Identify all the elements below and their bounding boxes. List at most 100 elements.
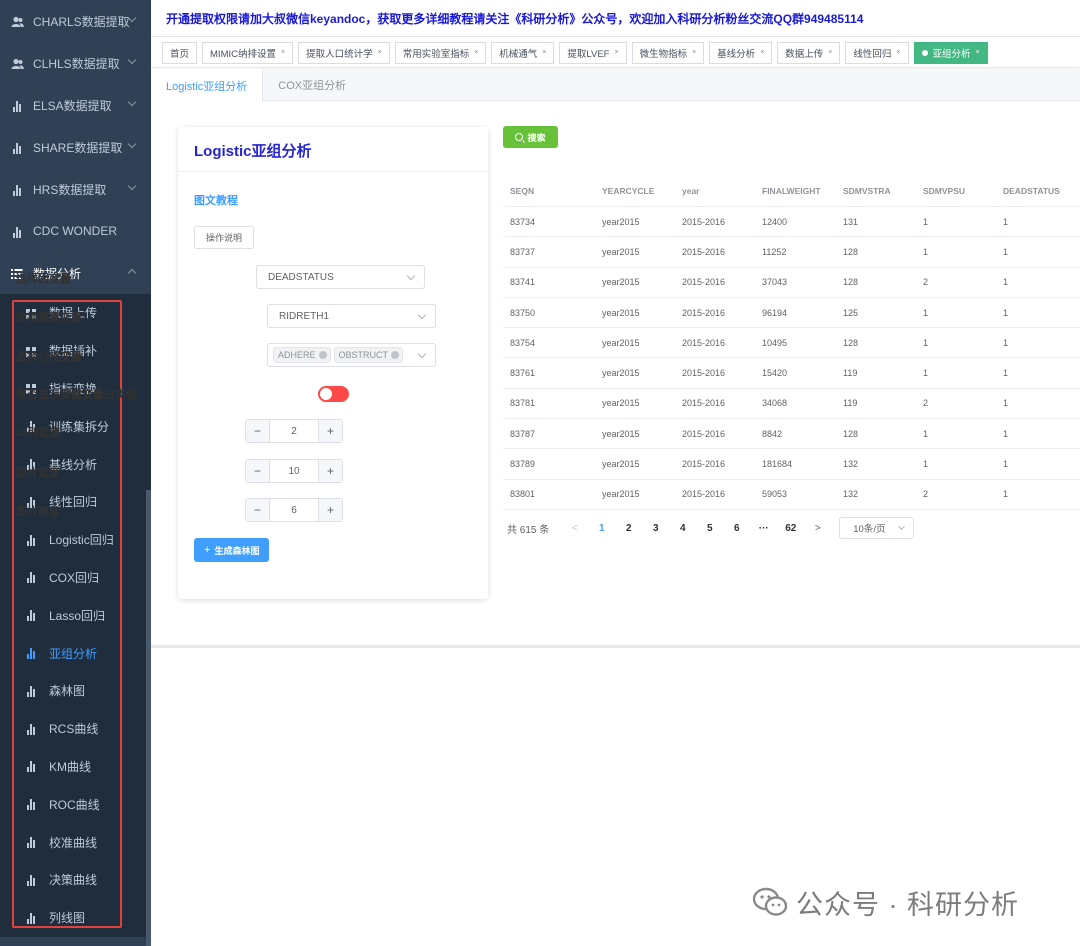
users-icon <box>10 56 24 70</box>
page-button[interactable]: 62 <box>777 523 804 534</box>
tutorial-link[interactable]: 图文教程 <box>194 192 238 208</box>
close-icon[interactable]: × <box>896 49 900 56</box>
sidebar-item-2[interactable]: ELSA数据提取 <box>0 84 151 126</box>
table-row[interactable]: 83750 year2015 2015-2016 96194 125 1 1 <box>503 298 1080 329</box>
column-header[interactable]: DEADSTATUS <box>996 186 1080 196</box>
close-icon[interactable]: × <box>281 49 285 56</box>
page-button[interactable]: 6 <box>723 523 750 534</box>
submenu-item-15[interactable]: 决策曲线 <box>0 861 151 899</box>
tag-0[interactable]: 首页 <box>162 41 198 64</box>
table-cell: year2015 <box>602 368 640 379</box>
column-header[interactable]: YEARCYCLE <box>595 186 675 196</box>
plus-icon[interactable]: + <box>318 499 342 521</box>
submenu-item-6[interactable]: Logistic回归 <box>0 521 151 559</box>
tag-2[interactable]: 提取人口统计学 × <box>298 41 390 64</box>
show-categories-toggle[interactable] <box>318 386 349 402</box>
close-icon[interactable]: × <box>378 49 382 56</box>
close-icon[interactable]: × <box>542 49 546 56</box>
ci-value[interactable]: 2 <box>270 420 318 442</box>
table-row[interactable]: 83734 year2015 2015-2016 12400 131 1 1 <box>503 207 1080 238</box>
sidebar-item-5[interactable]: CDC WONDER <box>0 210 151 252</box>
plus-icon[interactable]: + <box>318 460 342 482</box>
page-button[interactable]: 1 <box>588 523 615 534</box>
chevron-right-icon[interactable]: > <box>804 523 831 534</box>
table-row[interactable]: 83737 year2015 2015-2016 11252 128 1 1 <box>503 237 1080 268</box>
tab-cox-subgroup[interactable]: COX亚组分析 <box>263 69 361 101</box>
generate-forest-plot-button[interactable]: + 生成森林图 <box>194 538 270 562</box>
width-stepper[interactable]: − 10 + <box>245 459 343 483</box>
width-value[interactable]: 10 <box>270 460 318 482</box>
tag-10[interactable]: 亚组分析 × <box>913 41 988 64</box>
submenu-item-13[interactable]: ROC曲线 <box>0 785 151 823</box>
close-icon[interactable]: × <box>692 49 696 56</box>
tab-logistic-subgroup[interactable]: Logistic亚组分析 <box>151 69 264 102</box>
column-header[interactable]: SEQN <box>503 186 595 196</box>
minus-icon[interactable]: − <box>246 460 270 482</box>
table-row[interactable]: 83781 year2015 2015-2016 34068 119 2 1 <box>503 389 1080 420</box>
page-button[interactable]: 3 <box>642 523 669 534</box>
height-stepper[interactable]: − 6 + <box>245 498 343 522</box>
close-icon[interactable]: × <box>976 49 980 56</box>
submenu-item-16[interactable]: 列线图 <box>0 899 151 937</box>
submenu-item-8[interactable]: Lasso回归 <box>0 596 151 634</box>
tab-label: COX亚组分析 <box>278 80 347 92</box>
tag-4[interactable]: 机械通气 × <box>491 41 555 64</box>
bar-chart-icon <box>25 798 37 811</box>
sidebar-item-4[interactable]: HRS数据提取 <box>0 168 151 210</box>
close-icon[interactable] <box>391 351 400 359</box>
chip-obstruct[interactable]: OBSTRUCT <box>333 347 404 363</box>
table-row[interactable]: 83754 year2015 2015-2016 10495 128 1 1 <box>503 328 1080 359</box>
plus-icon[interactable]: + <box>318 420 342 442</box>
column-header[interactable]: year <box>675 186 755 196</box>
dependent-select[interactable]: DEADSTATUS <box>256 265 425 289</box>
table-cell: 2015-2016 <box>682 368 726 379</box>
tag-7[interactable]: 基线分析 × <box>709 41 773 64</box>
submenu-item-11[interactable]: RCS曲线 <box>0 710 151 748</box>
table-row[interactable]: 83741 year2015 2015-2016 37043 128 2 1 <box>503 268 1080 298</box>
tag-3[interactable]: 常用实验室指标 × <box>394 41 487 64</box>
tag-1[interactable]: MIMIC纳排设置 × <box>202 41 294 64</box>
submenu-item-9[interactable]: 亚组分析 <box>0 634 151 672</box>
close-icon[interactable]: × <box>760 49 764 56</box>
tag-8[interactable]: 数据上传 × <box>777 41 841 64</box>
table-row[interactable]: 83801 year2015 2015-2016 59053 132 2 1 <box>503 480 1080 510</box>
height-value[interactable]: 6 <box>270 499 318 521</box>
table-row[interactable]: 83761 year2015 2015-2016 15420 119 1 1 <box>503 358 1080 389</box>
group-multiselect[interactable]: ADHERE OBSTRUCT <box>267 343 436 367</box>
chevron-left-icon[interactable]: < <box>561 523 588 534</box>
search-button[interactable]: 搜索 <box>503 126 558 148</box>
tag-9[interactable]: 线性回归 × <box>845 41 909 64</box>
submenu-item-10[interactable]: 森林图 <box>0 672 151 710</box>
show-toggle-label: 是否显示暴露变量分类值 <box>16 389 137 401</box>
close-icon[interactable]: × <box>474 49 478 56</box>
sidebar-item-3[interactable]: SHARE数据提取 <box>0 126 151 168</box>
exposure-select[interactable]: RIDRETH1 <box>267 304 436 328</box>
sidebar-item-0[interactable]: CHARLS数据提取 <box>0 0 151 42</box>
page-button[interactable]: 4 <box>669 523 696 534</box>
close-icon[interactable]: × <box>614 49 618 56</box>
instructions-button[interactable]: 操作说明 <box>194 226 255 249</box>
sidebar-item-1[interactable]: CLHLS数据提取 <box>0 42 151 84</box>
minus-icon[interactable]: − <box>246 420 270 442</box>
ci-stepper[interactable]: − 2 + <box>245 419 343 443</box>
submenu-item-14[interactable]: 校准曲线 <box>0 823 151 861</box>
column-header[interactable]: FINALWEIGHT <box>755 186 836 196</box>
chip-adhere[interactable]: ADHERE <box>273 347 331 363</box>
tag-6[interactable]: 微生物指标 × <box>631 41 705 64</box>
close-icon[interactable] <box>318 351 327 359</box>
close-icon[interactable]: × <box>828 49 832 56</box>
tag-5[interactable]: 提取LVEF × <box>559 41 627 64</box>
table-row[interactable]: 83789 year2015 2015-2016 181684 132 1 1 <box>503 449 1080 480</box>
minus-icon[interactable]: − <box>246 499 270 521</box>
table-cell: 83761 <box>510 368 536 379</box>
submenu-item-12[interactable]: KM曲线 <box>0 748 151 786</box>
submenu-item-7[interactable]: COX回归 <box>0 559 151 597</box>
sidebar-scrollbar[interactable] <box>146 490 151 946</box>
column-header[interactable]: SDMVPSU <box>916 186 996 196</box>
column-header[interactable]: SDMVSTRA <box>836 186 916 196</box>
table-row[interactable]: 83787 year2015 2015-2016 8842 128 1 1 <box>503 419 1080 450</box>
page-size-select[interactable]: 10条/页 <box>839 517 915 539</box>
page-button[interactable]: ··· <box>750 523 777 534</box>
page-button[interactable]: 5 <box>696 523 723 534</box>
page-button[interactable]: 2 <box>615 523 642 534</box>
